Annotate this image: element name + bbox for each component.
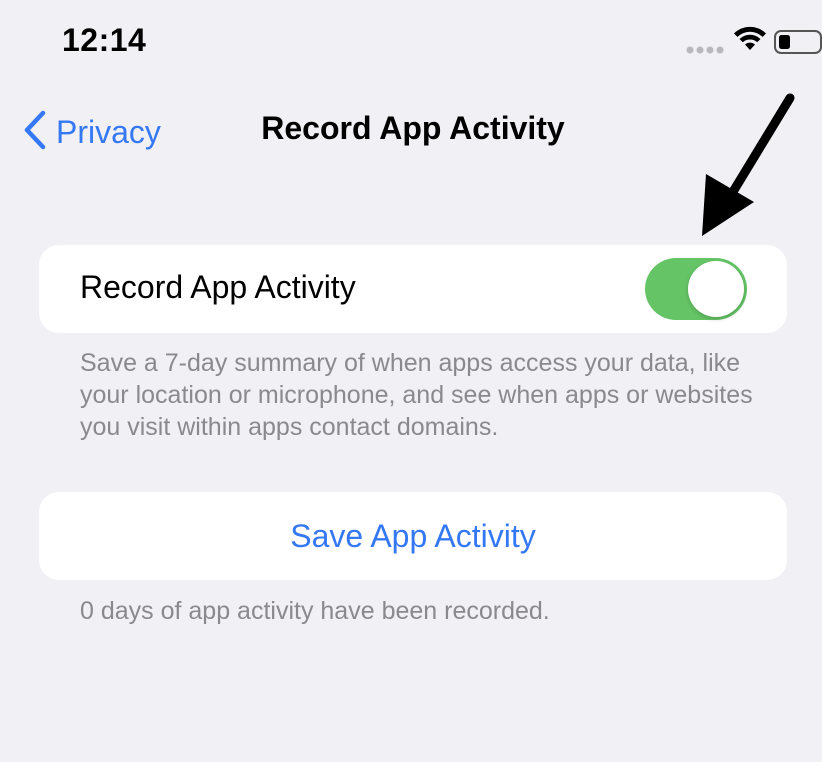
switch-knob <box>688 261 744 317</box>
annotation-arrow-icon <box>690 90 800 245</box>
status-time: 12:14 <box>62 22 147 58</box>
status-icons <box>686 26 822 59</box>
record-activity-switch[interactable] <box>645 258 747 320</box>
battery-icon <box>774 30 822 59</box>
save-activity-row: Save App Activity <box>39 492 787 580</box>
record-activity-footer: Save a 7-day summary of when apps access… <box>80 349 753 441</box>
save-activity-footer: 0 days of app activity have been recorde… <box>80 597 550 625</box>
save-activity-button[interactable]: Save App Activity <box>39 492 787 580</box>
record-activity-row: Record App Activity <box>39 245 787 333</box>
wifi-icon <box>733 26 767 57</box>
record-activity-label: Record App Activity <box>80 269 356 305</box>
settings-screen: 12:14 Privacy Record App Activity Record… <box>0 0 822 762</box>
signal-dots-icon <box>686 41 724 59</box>
